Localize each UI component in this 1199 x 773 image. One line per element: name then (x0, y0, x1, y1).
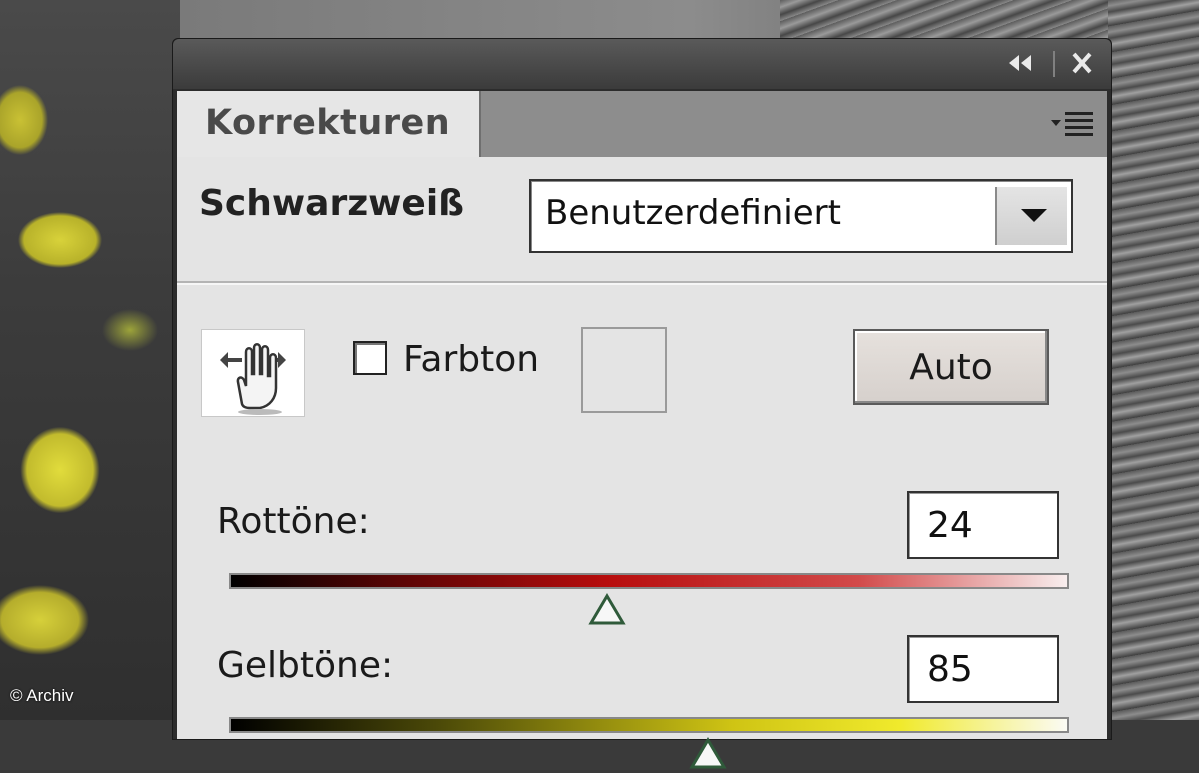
section-divider (177, 281, 1107, 285)
close-icon[interactable] (1067, 49, 1097, 77)
tint-checkbox[interactable] (353, 341, 387, 375)
yellows-slider-track[interactable] (229, 717, 1069, 733)
preset-dropdown[interactable]: Benutzerdefiniert (529, 179, 1073, 253)
targeted-adjustment-tool-button[interactable] (201, 329, 305, 417)
reds-value-field[interactable]: 24 (907, 491, 1059, 559)
reds-slider-track[interactable] (229, 573, 1069, 589)
yellows-label: Gelbtöne: (217, 645, 394, 686)
adjustments-panel: Korrekturen Schwarzweiß Benutzerdefinier… (172, 38, 1112, 769)
panel-menu-icon[interactable] (1049, 109, 1095, 139)
tint-label: Farbton (403, 339, 540, 380)
panel-titlebar[interactable] (173, 39, 1111, 89)
background-photo-bark (1108, 0, 1199, 720)
yellows-value-field[interactable]: 85 (907, 635, 1059, 703)
preset-value: Benutzerdefiniert (545, 193, 841, 233)
reds-label: Rottöne: (217, 501, 370, 542)
tint-color-swatch[interactable] (581, 327, 667, 413)
chevron-down-icon[interactable] (995, 187, 1067, 245)
hand-scrubby-icon (220, 343, 286, 415)
tab-korrekturen[interactable]: Korrekturen (177, 91, 481, 157)
double-chevron-left-icon[interactable] (1005, 49, 1035, 77)
auto-button[interactable]: Auto (853, 329, 1049, 405)
copyright-notice: © Archiv (10, 686, 74, 705)
reds-value: 24 (927, 505, 973, 546)
yellows-value: 85 (927, 649, 973, 690)
panel-tabbar: Korrekturen (177, 91, 1107, 157)
auto-button-label: Auto (909, 347, 993, 388)
panel-content: Schwarzweiß Benutzerdefiniert Farbton Au… (177, 157, 1107, 769)
tab-label: Korrekturen (205, 103, 451, 143)
titlebar-separator (1053, 51, 1055, 77)
background-photo-plant (0, 0, 180, 720)
adjustment-title: Schwarzweiß (199, 183, 465, 224)
